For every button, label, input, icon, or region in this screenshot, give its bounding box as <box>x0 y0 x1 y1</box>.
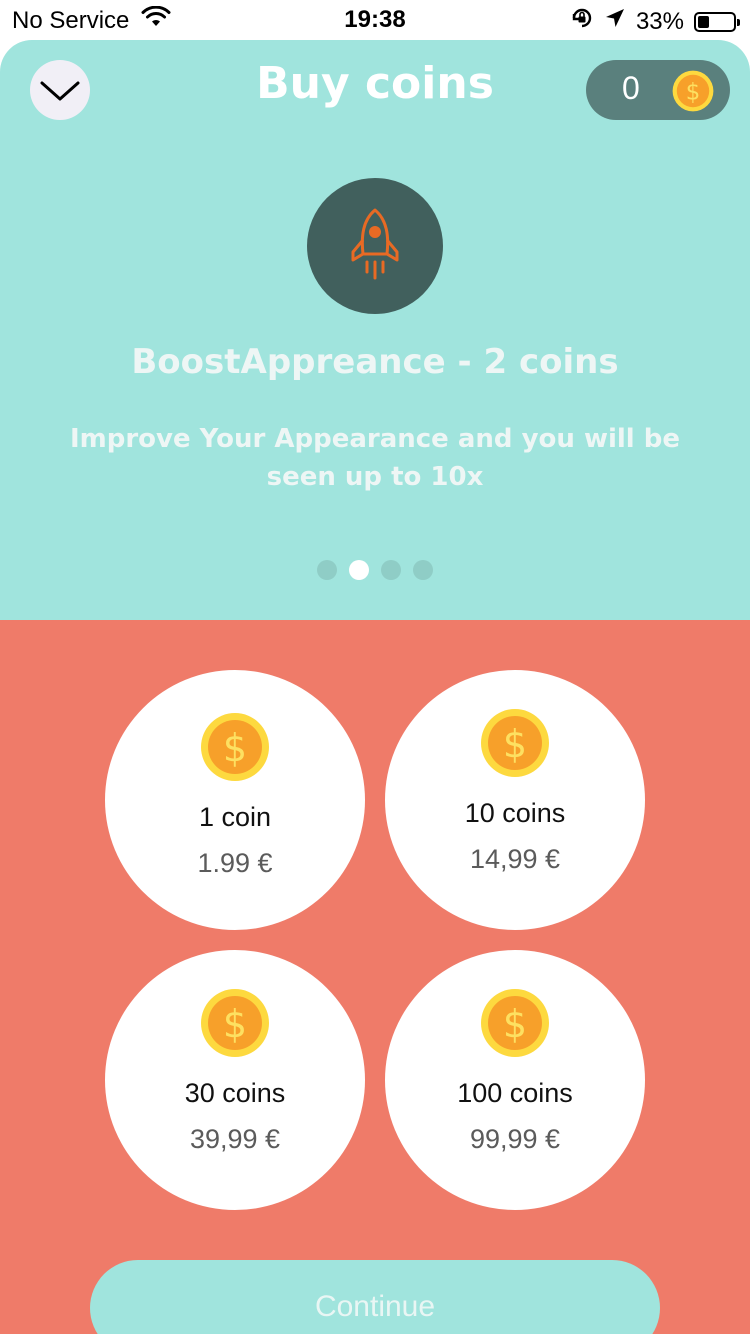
dollar-coin-icon: $ <box>201 713 269 781</box>
coin-pack-10[interactable]: $ 10 coins 14,99 € <box>385 670 645 930</box>
coin-wrap: $ <box>200 988 270 1062</box>
pack-price: 14,99 € <box>469 844 561 874</box>
pack-price: 39,99 € <box>189 1124 281 1154</box>
coin-pack-100[interactable]: $ 100 coins 99,99 € <box>385 950 645 1210</box>
dollar-coin-icon: $ <box>201 989 269 1057</box>
balance-value: 0 <box>622 70 640 106</box>
coin-pack-1[interactable]: $ 1 coin 1.99 € <box>105 670 365 930</box>
pack-price: 99,99 € <box>469 1124 561 1154</box>
svg-text:$: $ <box>223 1002 247 1046</box>
pack-name: 100 coins <box>457 1078 573 1108</box>
status-bar: No Service 19:38 33% <box>0 0 750 40</box>
page-dot-active[interactable] <box>349 560 369 580</box>
orientation-lock-icon <box>570 6 594 37</box>
page-dot[interactable] <box>317 560 337 580</box>
rocket-icon <box>351 208 399 280</box>
coin-wrap: $ <box>480 708 550 782</box>
buy-coins-sheet: Buy coins 0 $ BoostAppreance - 2 coins I… <box>0 40 750 1334</box>
coin-wrap: $ <box>200 712 270 786</box>
coin-pack-30[interactable]: $ 30 coins 39,99 € <box>105 950 365 1210</box>
pack-name: 10 coins <box>464 798 566 828</box>
location-arrow-icon <box>604 7 626 36</box>
page-dot[interactable] <box>413 560 433 580</box>
pack-price: 1.99 € <box>197 848 273 878</box>
svg-text:$: $ <box>223 726 247 770</box>
battery-level <box>698 15 709 28</box>
pack-name: 1 coin <box>198 802 272 832</box>
battery-icon <box>694 11 740 32</box>
continue-button[interactable]: Continue <box>90 1260 660 1334</box>
page-dot[interactable] <box>381 560 401 580</box>
boost-feature-badge <box>307 178 443 314</box>
pack-name: 30 coins <box>184 1078 286 1108</box>
dollar-coin-icon: $ <box>672 70 714 112</box>
status-right: 33% <box>570 6 740 37</box>
dollar-coin-icon: $ <box>481 989 549 1057</box>
coin-wrap: $ <box>480 988 550 1062</box>
svg-text:$: $ <box>503 722 527 766</box>
carousel-pagination[interactable] <box>0 560 750 580</box>
feature-description: Improve Your Appearance and you will be … <box>69 424 681 492</box>
svg-text:$: $ <box>686 79 701 105</box>
packs-panel <box>0 620 750 1334</box>
dollar-coin-icon: $ <box>481 709 549 777</box>
feature-panel: Buy coins 0 $ BoostAppreance - 2 coins I… <box>0 40 750 620</box>
svg-text:$: $ <box>503 1002 527 1046</box>
battery-percent: 33% <box>635 7 684 35</box>
feature-title: BoostAppreance - 2 coins <box>131 342 619 382</box>
